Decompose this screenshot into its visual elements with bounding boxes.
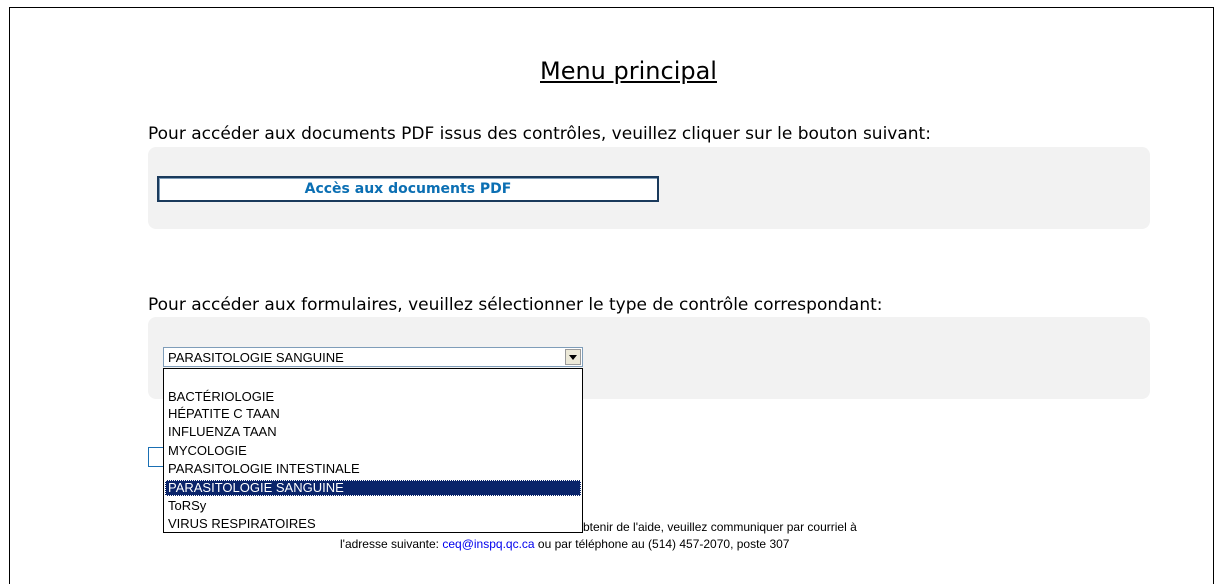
select-current-value: PARASITOLOGIE SANGUINE xyxy=(168,350,344,365)
dropdown-option-selected[interactable]: PARASITOLOGIE SANGUINE xyxy=(165,480,581,496)
select-arrow-button[interactable] xyxy=(565,349,581,365)
dropdown-option[interactable]: INFLUENZA TAAN xyxy=(165,424,581,440)
email-link[interactable]: ceq@inspq.qc.ca xyxy=(442,537,534,551)
dropdown-option[interactable]: MYCOLOGIE xyxy=(165,443,581,459)
footer-help-line1: btenir de l'aide, veuillez communiquer p… xyxy=(583,520,857,534)
page-title: Menu principal xyxy=(540,57,717,85)
footer-help-line2: l'adresse suivante: ceq@inspq.qc.ca ou p… xyxy=(340,537,789,551)
forms-instruction: Pour accéder aux formulaires, veuillez s… xyxy=(148,295,883,315)
footer-address-prefix: l'adresse suivante: xyxy=(340,537,443,551)
pdf-instruction: Pour accéder aux documents PDF issus des… xyxy=(148,124,931,144)
dropdown-option[interactable]: HÉPATITE C TAAN xyxy=(165,406,581,422)
control-type-select[interactable]: PARASITOLOGIE SANGUINE xyxy=(163,347,583,367)
pdf-access-button[interactable]: Accès aux documents PDF xyxy=(157,176,659,202)
control-type-dropdown-list[interactable]: BACTÉRIOLOGIE HÉPATITE C TAAN INFLUENZA … xyxy=(163,368,583,533)
dropdown-option[interactable]: ToRSy xyxy=(165,498,581,514)
dropdown-option-empty[interactable] xyxy=(165,371,581,387)
dropdown-option[interactable]: PARASITOLOGIE INTESTINALE xyxy=(165,461,581,477)
chevron-down-icon xyxy=(569,354,577,360)
submit-button-edge[interactable] xyxy=(148,447,164,467)
dropdown-option[interactable]: VIRUS RESPIRATOIRES xyxy=(165,516,581,532)
footer-phone-text: ou par téléphone au (514) 457-2070, post… xyxy=(534,537,790,551)
dropdown-option[interactable]: BACTÉRIOLOGIE xyxy=(165,389,581,405)
